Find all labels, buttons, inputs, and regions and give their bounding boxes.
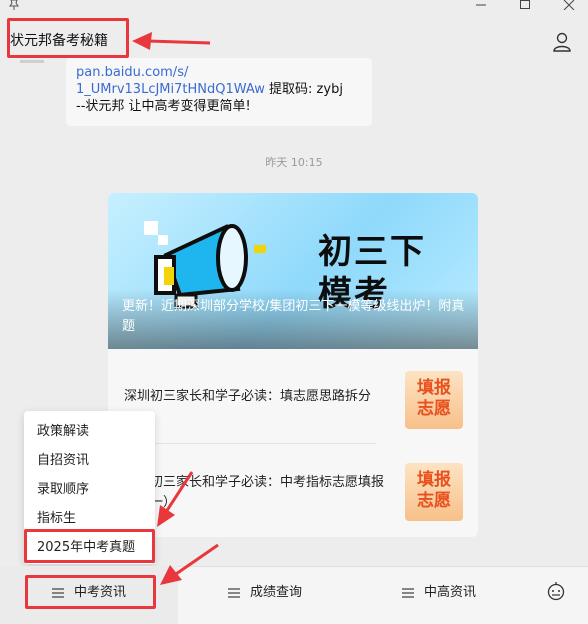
maximize-icon[interactable] <box>519 0 531 12</box>
robot-icon[interactable] <box>546 581 566 601</box>
extract-code: 提取码: zybj <box>264 82 343 97</box>
banner-caption: 更新！近期深圳部分学校/集团初三下一模等级线出炉！附真题 <box>122 299 465 334</box>
person-icon[interactable] <box>551 31 573 53</box>
menu-icon <box>228 587 240 598</box>
list-item-thumbnail: 填报 志愿 <box>405 463 463 521</box>
message-link-part1[interactable]: pan.baidu.com/s/ <box>76 65 188 80</box>
avatar <box>20 60 44 63</box>
message-signature: --状元邦 让中高考变得更简单! <box>76 99 251 114</box>
menu-item-policy[interactable]: 政策解读 <box>24 417 155 446</box>
list-item-thumbnail: 填报 志愿 <box>405 371 463 429</box>
message-link-part2[interactable]: 1_UMrv13LcJMi7tHNdQ1WAw <box>76 82 265 97</box>
close-icon[interactable] <box>563 0 575 12</box>
minimize-icon[interactable] <box>475 0 487 12</box>
list-item-title: 深圳初三家长和学子必读：中考指标志愿填报区（一） <box>124 475 385 510</box>
menu-icon <box>402 587 414 598</box>
list-item[interactable]: 深圳初三家长和学子必读：中考指标志愿填报区（一） 填报 志愿 <box>108 457 478 537</box>
menu-item-self-enroll[interactable]: 自招资讯 <box>24 446 155 475</box>
tab-score-query[interactable]: 成绩查询 <box>228 583 302 603</box>
highlight-box-title <box>7 18 129 58</box>
highlight-box-menu-item <box>24 529 155 563</box>
timestamp: 昨天 10:15 <box>265 156 323 169</box>
divider <box>124 443 376 444</box>
list-item[interactable]: 深圳初三家长和学子必读：填志愿思路拆分 填报 志愿 <box>108 363 478 449</box>
pin-icon[interactable] <box>8 0 20 12</box>
message-bubble[interactable]: pan.baidu.com/s/ 1_UMrv13LcJMi7tHNdQ1WAw… <box>66 58 372 126</box>
highlight-box-tab <box>25 575 156 609</box>
banner-image[interactable]: 初三下 模考 更新！近期深圳部分学校/集团初三下一模等级线出炉！附真题 <box>108 193 478 349</box>
article-card[interactable]: 初三下 模考 更新！近期深圳部分学校/集团初三下一模等级线出炉！附真题 深圳初三… <box>108 193 478 537</box>
menu-item-admission-order[interactable]: 录取顺序 <box>24 475 155 504</box>
tab-high-school-news[interactable]: 中高资讯 <box>402 583 476 603</box>
list-item-title: 深圳初三家长和学子必读：填志愿思路拆分 <box>124 389 372 404</box>
